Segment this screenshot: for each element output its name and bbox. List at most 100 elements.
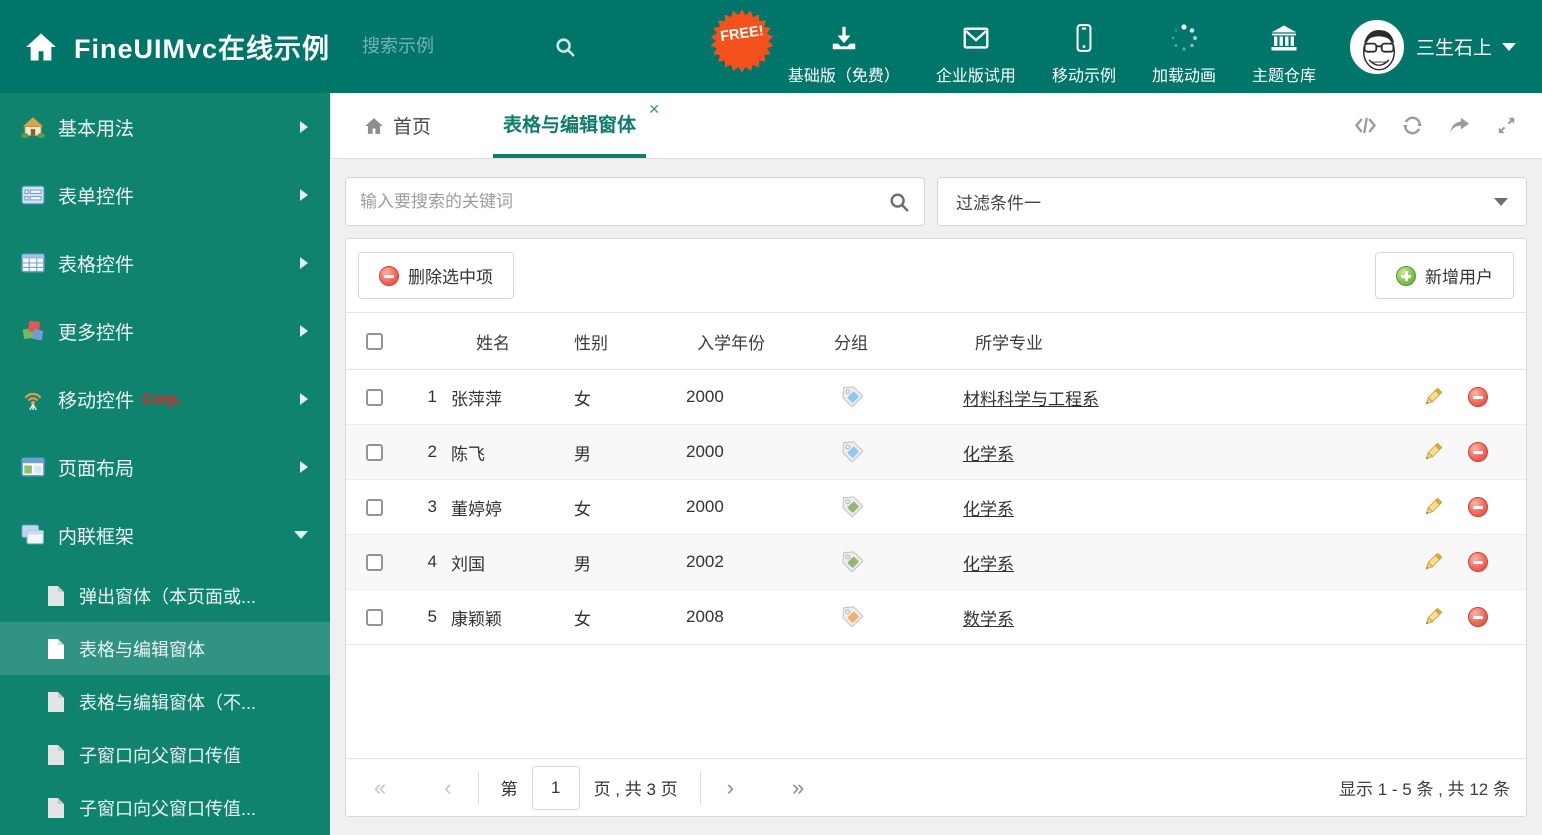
- delete-row-icon[interactable]: [1468, 552, 1488, 572]
- download-icon: [832, 26, 856, 50]
- user-menu[interactable]: 三生石上: [1349, 19, 1516, 74]
- row-checkbox[interactable]: [366, 608, 383, 626]
- add-user-button[interactable]: 新增用户: [1375, 252, 1514, 299]
- sidebar-item-page-layout[interactable]: 页面布局: [0, 433, 330, 501]
- tab-grid-edit-window[interactable]: 表格与编辑窗体 ✕: [493, 93, 660, 158]
- keyword-search-input[interactable]: [360, 191, 888, 212]
- tag-icon: [842, 605, 864, 627]
- major-link[interactable]: 化学系: [963, 555, 1014, 574]
- sidebar-subitem-grid-edit-window-2[interactable]: 表格与编辑窗体（不...: [0, 675, 330, 728]
- major-link[interactable]: 化学系: [963, 445, 1014, 464]
- tab-close-icon[interactable]: ✕: [648, 101, 660, 118]
- edit-pencil-icon[interactable]: [1422, 551, 1444, 573]
- tab-home[interactable]: 首页: [364, 93, 431, 158]
- dropdown-caret-icon: [1494, 197, 1508, 206]
- frames-icon: [21, 524, 44, 545]
- sidebar-item-form-controls[interactable]: 表单控件: [0, 161, 330, 229]
- row-checkbox[interactable]: [366, 498, 383, 516]
- nav-label: 企业版试用: [935, 68, 1016, 85]
- nav-item-theme-repository[interactable]: 主题仓库: [1252, 7, 1316, 86]
- nav-item-mobile-demo[interactable]: 移动示例: [1052, 7, 1116, 86]
- chevron-right-icon: [300, 393, 308, 405]
- delete-row-icon[interactable]: [1468, 387, 1488, 407]
- source-code-icon[interactable]: [1354, 114, 1377, 137]
- next-page-button[interactable]: ›: [715, 775, 746, 801]
- spinner-icon: [1171, 24, 1197, 51]
- chevron-right-icon: [300, 461, 308, 473]
- delete-row-icon[interactable]: [1468, 497, 1488, 517]
- pager-divider: [699, 770, 701, 805]
- major-link[interactable]: 数学系: [963, 610, 1014, 629]
- header-search-icon[interactable]: [554, 36, 576, 58]
- antenna-icon: [24, 392, 42, 411]
- chevron-right-icon: [300, 325, 308, 337]
- phone-icon: [1076, 24, 1092, 52]
- form-icon: [21, 185, 45, 205]
- tab-tools: [1354, 114, 1518, 137]
- refresh-icon[interactable]: [1401, 114, 1424, 137]
- cubes-icon: [22, 320, 44, 341]
- select-all-checkbox[interactable]: [366, 332, 383, 350]
- grid-toolbar: 删除选中项 新增用户: [346, 239, 1526, 312]
- row-checkbox[interactable]: [366, 388, 383, 406]
- sidebar-subitem-popup-window[interactable]: 弹出窗体（本页面或...: [0, 569, 330, 622]
- edit-pencil-icon[interactable]: [1422, 386, 1444, 408]
- table-row: 4 刘国 男 2002 化学系: [346, 535, 1526, 590]
- keyword-search-box: [345, 177, 925, 226]
- pagination-summary: 显示 1 - 5 条 , 共 12 条: [1339, 780, 1510, 799]
- chevron-right-icon: [300, 257, 308, 269]
- major-link[interactable]: 化学系: [963, 500, 1014, 519]
- sidebar-item-basic-usage[interactable]: 基本用法: [0, 93, 330, 161]
- file-icon: [48, 691, 64, 712]
- delete-selected-button[interactable]: 删除选中项: [358, 252, 514, 299]
- pagination-bar: « ‹ 第 页 , 共 3 页 › » 显示 1 - 5 条 , 共 12 条: [346, 758, 1526, 816]
- last-page-button[interactable]: »: [780, 775, 816, 801]
- edit-pencil-icon[interactable]: [1422, 496, 1444, 518]
- table-icon: [21, 253, 45, 273]
- nav-label: 加载动画: [1151, 68, 1216, 85]
- nav-item-basic-edition[interactable]: FREE! 基础版（免费）: [710, 7, 900, 86]
- row-checkbox[interactable]: [366, 443, 383, 461]
- nav-label: 移动示例: [1051, 68, 1116, 85]
- tag-icon: [842, 550, 864, 572]
- prev-page-button[interactable]: ‹: [432, 775, 463, 801]
- delete-row-icon[interactable]: [1468, 442, 1488, 462]
- edit-pencil-icon[interactable]: [1422, 441, 1444, 463]
- sidebar-item-inline-frame[interactable]: 内联框架: [0, 501, 330, 569]
- page-prefix: 第: [500, 780, 518, 799]
- major-link[interactable]: 材料科学与工程系: [963, 390, 1099, 409]
- delete-row-icon[interactable]: [1468, 607, 1488, 627]
- free-badge: FREE!: [710, 9, 774, 73]
- filter-dropdown[interactable]: 过滤条件一: [937, 177, 1527, 226]
- row-checkbox[interactable]: [366, 553, 383, 571]
- sidebar-subitem-grid-edit-window[interactable]: 表格与编辑窗体: [0, 622, 330, 675]
- home-tab-icon: [365, 117, 383, 134]
- sidebar-item-grid-controls[interactable]: 表格控件: [0, 229, 330, 297]
- header-search-input[interactable]: [362, 36, 513, 57]
- file-icon: [48, 744, 64, 765]
- tag-icon: [842, 440, 864, 462]
- home-icon[interactable]: [24, 30, 58, 64]
- content-area: 过滤条件一 删除选中项 新增用户 姓名 性别 入学年份: [330, 159, 1542, 817]
- sidebar-subitem-child-to-parent[interactable]: 子窗口向父窗口传值: [0, 728, 330, 781]
- share-icon[interactable]: [1448, 114, 1471, 137]
- edit-pencil-icon[interactable]: [1422, 606, 1444, 628]
- filter-dropdown-value: 过滤条件一: [956, 194, 1041, 213]
- sidebar-item-mobile-controls[interactable]: 移动控件 Corp.: [0, 365, 330, 433]
- chevron-down-icon: [294, 531, 308, 539]
- top-header: FineUIMvc在线示例 FREE! 基础版（免费） 企业版试用 移动示: [0, 0, 1542, 93]
- sidebar: 基本用法 表单控件 表格控件 更多控件 移动控件 Corp. 页面布局 内联框架…: [0, 93, 330, 835]
- page-number-input[interactable]: [531, 765, 580, 810]
- house-icon: [21, 117, 45, 139]
- expand-icon[interactable]: [1495, 114, 1518, 137]
- sidebar-subitem-child-to-parent-2[interactable]: 子窗口向父窗口传值...: [0, 781, 330, 834]
- sidebar-item-more-controls[interactable]: 更多控件: [0, 297, 330, 365]
- table-row: 2 陈飞 男 2000 化学系: [346, 425, 1526, 480]
- nav-item-loading-animation[interactable]: 加载动画: [1152, 7, 1216, 86]
- nav-item-enterprise-trial[interactable]: 企业版试用: [936, 7, 1016, 86]
- envelope-icon: [963, 27, 989, 49]
- search-icon[interactable]: [888, 191, 910, 213]
- chevron-right-icon: [300, 189, 308, 201]
- file-icon: [48, 585, 64, 606]
- first-page-button[interactable]: «: [362, 775, 398, 801]
